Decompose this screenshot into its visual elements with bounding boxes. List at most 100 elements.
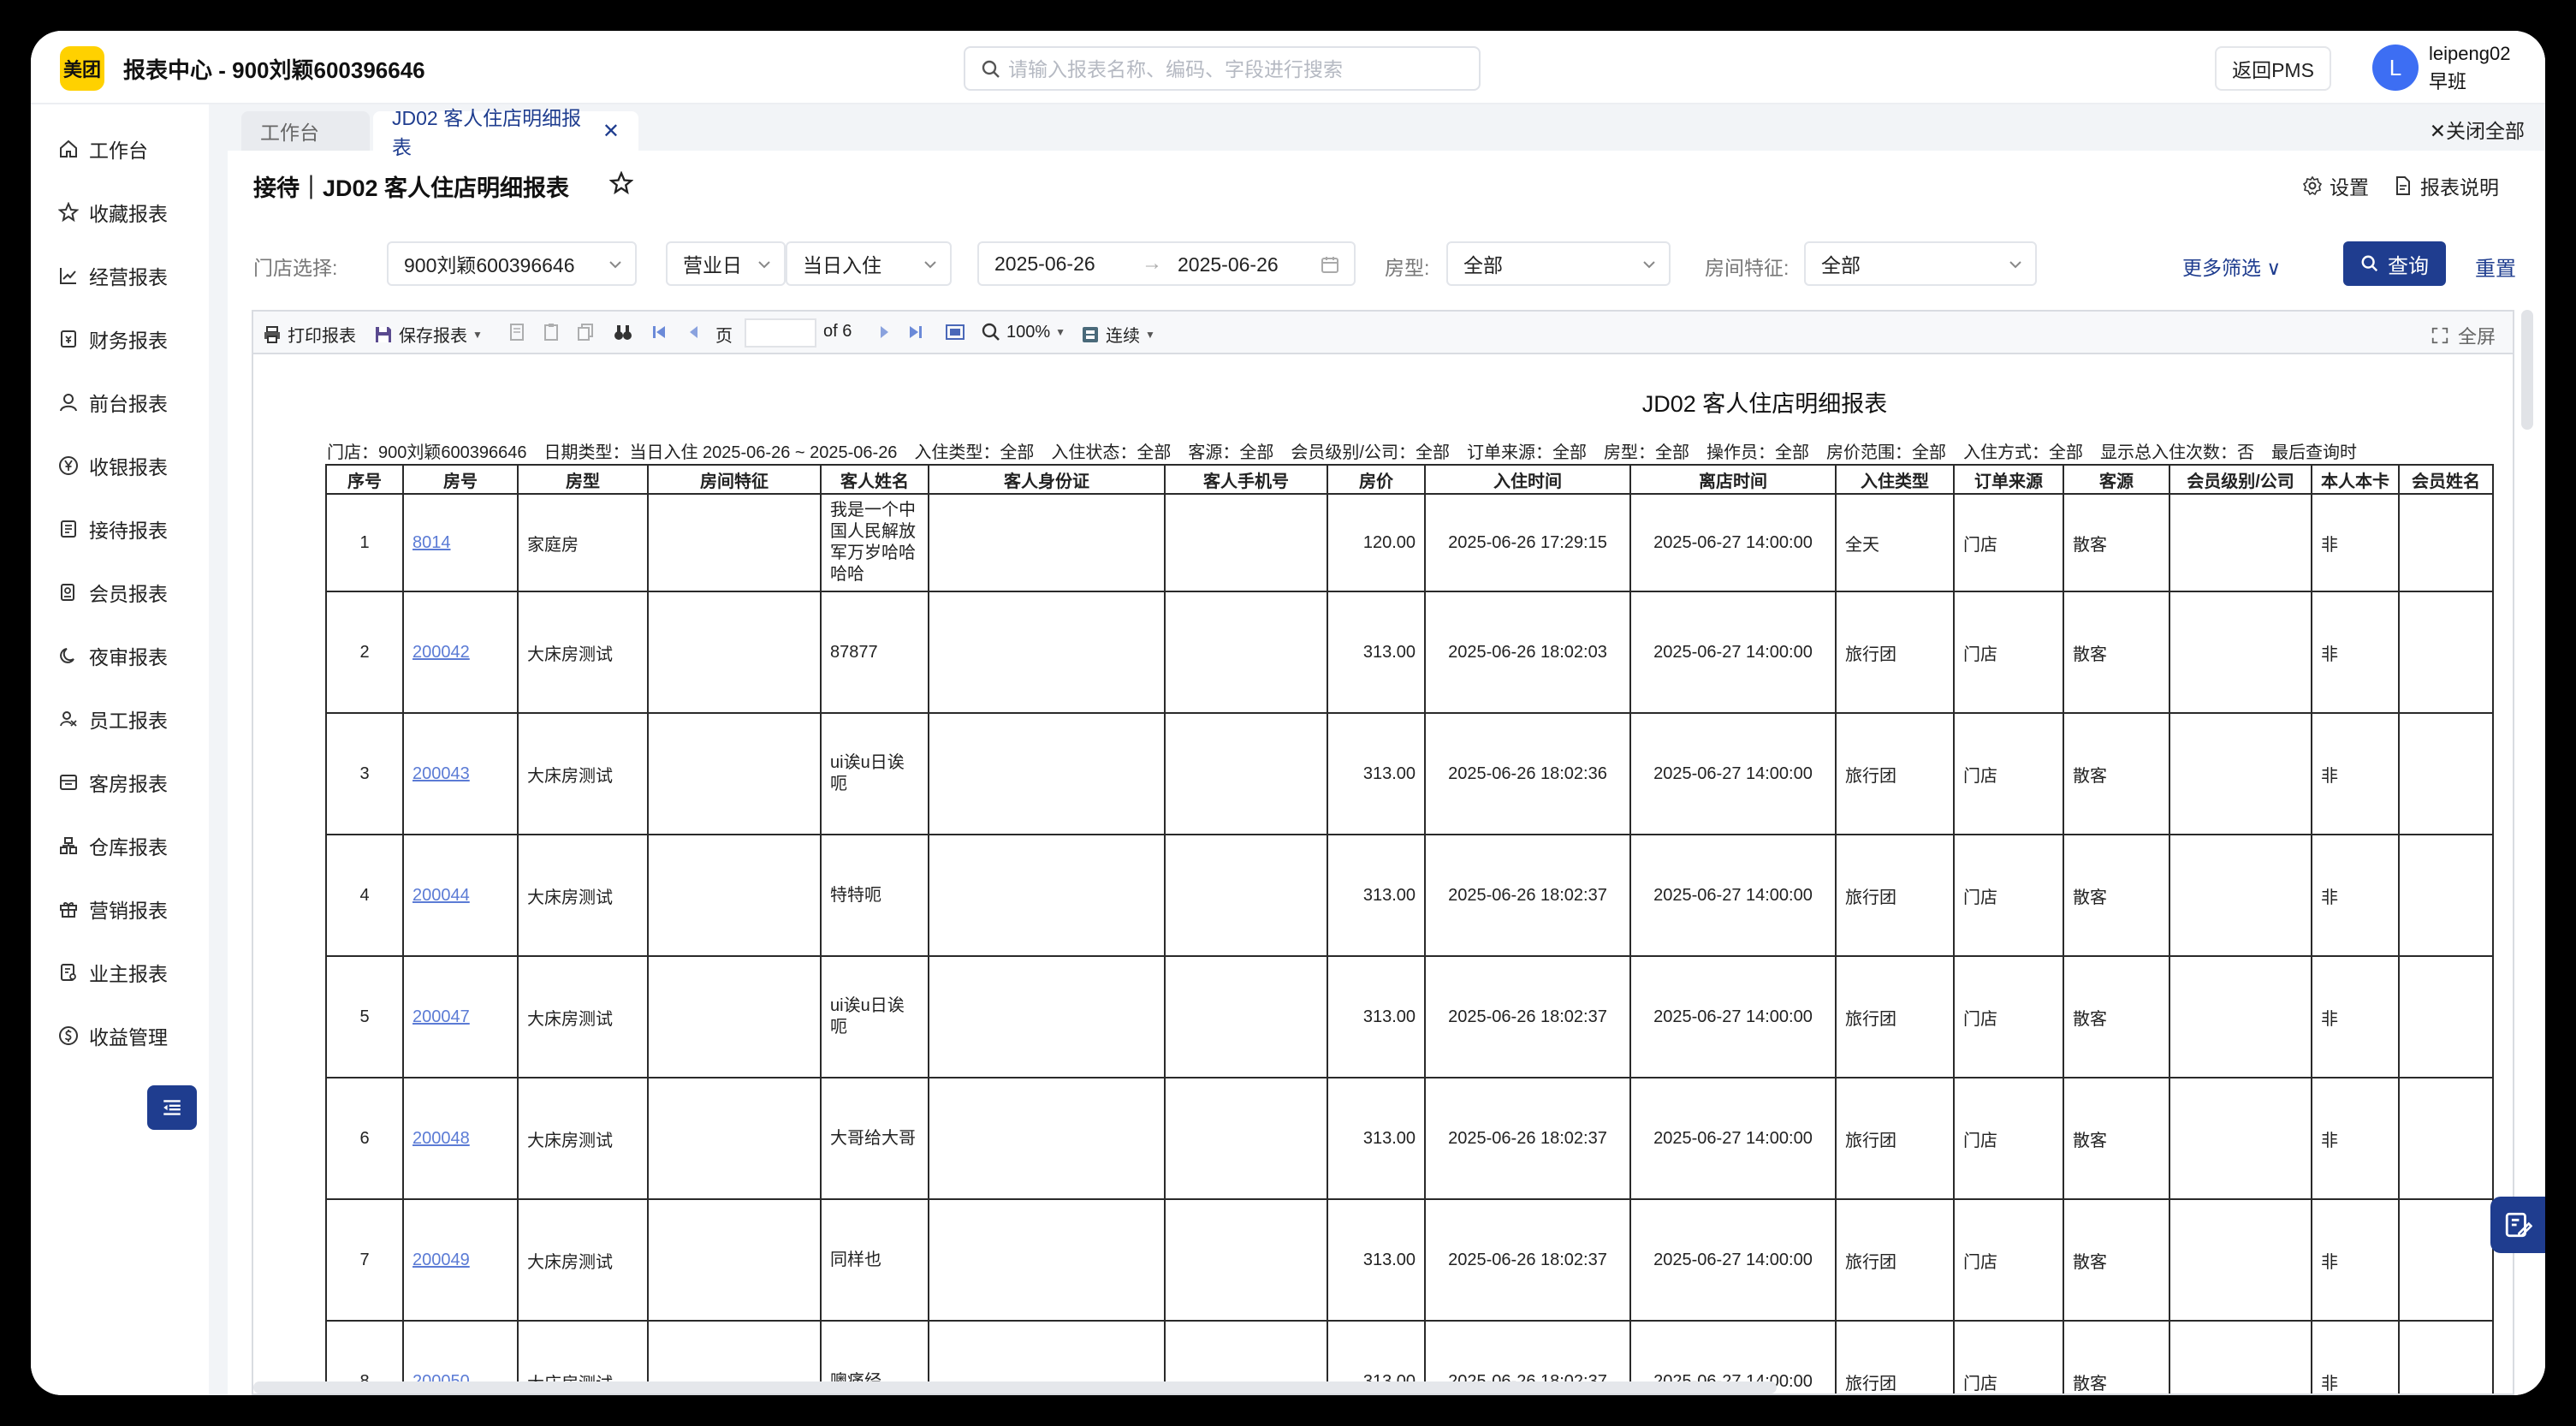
save-report-label: 保存报表 (399, 327, 467, 346)
room-number-link[interactable]: 200043 (413, 764, 470, 783)
fullscreen-button[interactable]: 全屏 (2431, 322, 2496, 349)
sidebar-item-marketing[interactable]: 营销报表 (31, 883, 209, 935)
store-select[interactable]: 900刘颖600396646 (387, 241, 637, 286)
user-name[interactable]: leipeng02 (2429, 43, 2510, 65)
horizontal-scrollbar[interactable] (253, 1381, 1777, 1393)
search-input[interactable] (1008, 55, 1470, 84)
table-cell: 120.00 (1327, 493, 1426, 592)
sidebar-item-frontdesk[interactable]: 前台报表 (31, 377, 209, 428)
table-cell: 2025-06-27 14:00:00 (1629, 955, 1837, 1078)
sidebar-item-staff[interactable]: 员工报表 (31, 693, 209, 745)
sidebar-item-finance[interactable]: 财务报表 (31, 313, 209, 365)
date-from[interactable]: 2025-06-26 (994, 253, 1095, 276)
collapse-sidebar-button[interactable] (147, 1085, 197, 1130)
table-cell: 散客 (2063, 1077, 2170, 1200)
feedback-float-button[interactable] (2490, 1197, 2545, 1253)
sidebar-item-label: 收益管理 (89, 1026, 168, 1049)
table-cell: 3 (325, 712, 404, 835)
room-number-link[interactable]: 200048 (413, 1129, 470, 1148)
toolbar-btn-copy[interactable] (575, 322, 601, 342)
tab-jd02-report[interactable]: JD02 客人住店明细报表 ✕ (373, 107, 638, 158)
last-page-button[interactable] (905, 322, 931, 342)
view-mode-value: 连续 (1106, 327, 1140, 346)
first-page-button[interactable] (649, 322, 674, 342)
tab-label: JD02 客人住店明细报表 (392, 107, 582, 158)
sidebar-item-warehouse[interactable]: 仓库报表 (31, 820, 209, 871)
sidebar-item-cashier[interactable]: 收银报表 (31, 440, 209, 491)
sidebar-item-night-audit[interactable]: 夜审报表 (31, 630, 209, 681)
table-cell: 散客 (2063, 1320, 2170, 1393)
room-feature-select[interactable]: 全部 (1804, 241, 2037, 286)
table-cell: 大床房测试 (517, 955, 649, 1078)
table-cell: 4 (325, 834, 404, 957)
sidebar-item-label: 会员报表 (89, 583, 168, 605)
settings-button[interactable]: 设置 (2302, 171, 2369, 200)
toolbar-btn-clipboard[interactable] (541, 322, 567, 342)
table-cell[interactable]: 200042 (402, 591, 519, 714)
sidebar-item-member[interactable]: 会员报表 (31, 567, 209, 618)
table-row: 4 200044 大床房测试 特特呃 313.00 2025-06-26 18:02:37… (325, 834, 2494, 957)
warehouse-icon (60, 837, 77, 854)
table-cell[interactable]: 200047 (402, 955, 519, 1078)
more-filters-button[interactable]: 更多筛选 ∨ (2182, 252, 2281, 281)
sidebar-item-workbench[interactable]: 工作台 (31, 123, 209, 175)
favorite-star-icon[interactable] (609, 171, 633, 195)
table-cell: 同样也 (820, 1198, 929, 1322)
print-report-button[interactable]: 打印报表 (262, 322, 356, 347)
zoom-select[interactable]: 100% ▼ (981, 322, 1065, 342)
table-cell[interactable]: 200049 (402, 1198, 519, 1322)
sidebar-item-reception[interactable]: 接待报表 (31, 503, 209, 555)
room-type-label: 房型: (1385, 257, 1430, 279)
room-number-link[interactable]: 8014 (413, 533, 451, 552)
table-cell: 313.00 (1327, 591, 1426, 714)
table-cell: 旅行团 (1835, 834, 1955, 957)
table-cell: 2025-06-26 17:29:15 (1424, 493, 1631, 592)
find-button[interactable] (613, 322, 638, 342)
sidebar-item-housekeeping[interactable]: 客房报表 (31, 757, 209, 808)
checkin-type-select[interactable]: 当日入住 (786, 241, 952, 286)
room-number-link[interactable]: 200044 (413, 886, 470, 905)
search-box[interactable] (964, 46, 1481, 91)
close-all-tabs-button[interactable]: ✕关闭全部 (2430, 115, 2525, 144)
close-tab-icon[interactable]: ✕ (602, 119, 620, 144)
room-feature-label: 房间特征: (1705, 257, 1790, 279)
sidebar-item-operations[interactable]: 经营报表 (31, 250, 209, 301)
fit-page-button[interactable] (945, 322, 970, 342)
date-to[interactable]: 2025-06-26 (1178, 253, 1279, 276)
table-cell (1164, 1198, 1328, 1322)
sidebar-item-favorites[interactable]: 收藏报表 (31, 187, 209, 238)
query-button[interactable]: 查询 (2343, 241, 2446, 286)
room-number-link[interactable]: 200049 (413, 1251, 470, 1269)
room-number-link[interactable]: 200042 (413, 643, 470, 662)
table-cell[interactable]: 200043 (402, 712, 519, 835)
room-type-select[interactable]: 全部 (1446, 241, 1671, 286)
vertical-scrollbar[interactable] (2521, 310, 2533, 430)
tab-workbench[interactable]: 工作台 (241, 111, 370, 151)
reset-button[interactable]: 重置 (2475, 252, 2516, 282)
toolbar-btn-first-doc[interactable] (507, 322, 532, 342)
search-icon (2361, 255, 2378, 272)
sidebar-item-label: 营销报表 (89, 900, 168, 922)
table-cell: 门店 (1953, 493, 2064, 592)
list-icon (61, 520, 76, 538)
table-cell[interactable]: 200048 (402, 1077, 519, 1200)
yen-icon (59, 456, 78, 475)
sidebar-item-owner[interactable]: 业主报表 (31, 947, 209, 998)
next-page-button[interactable] (875, 322, 900, 342)
prev-page-button[interactable] (683, 322, 709, 342)
back-pms-button[interactable]: 返回PMS (2215, 46, 2331, 91)
date-range-picker[interactable]: 2025-06-26 → 2025-06-26 (977, 241, 1356, 286)
table-cell: 5 (325, 955, 404, 1078)
report-description-button[interactable]: 报表说明 (2393, 171, 2499, 200)
table-cell: 7 (325, 1198, 404, 1322)
avatar[interactable]: L (2372, 45, 2419, 91)
table-cell[interactable]: 8014 (402, 493, 519, 592)
sidebar-item-revenue[interactable]: 收益管理 (31, 1010, 209, 1061)
date-type-select[interactable]: 营业日 (666, 241, 786, 286)
view-mode-select[interactable]: 连续 ▼ (1080, 322, 1155, 347)
page-number-input[interactable] (745, 318, 816, 348)
table-cell: 旅行团 (1835, 1198, 1955, 1322)
room-number-link[interactable]: 200047 (413, 1007, 470, 1026)
save-report-button[interactable]: 保存报表 ▼ (373, 322, 483, 347)
table-cell[interactable]: 200044 (402, 834, 519, 957)
